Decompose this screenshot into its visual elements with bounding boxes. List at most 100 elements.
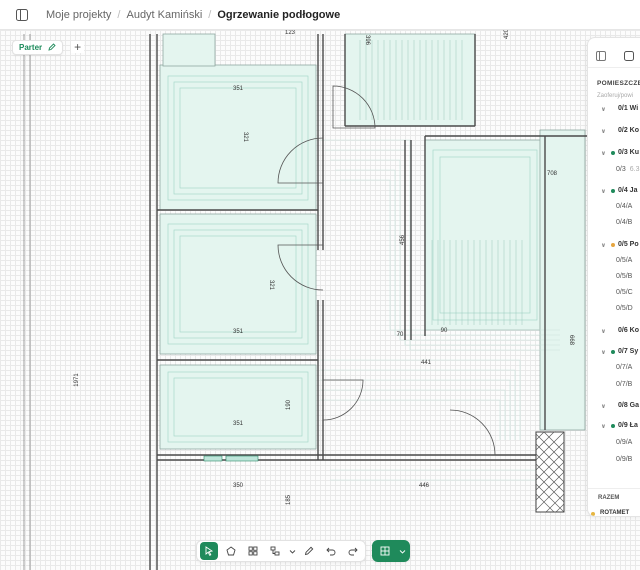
room-label: 0/7/A	[616, 364, 633, 371]
room-label: 0/7/B	[616, 381, 633, 388]
page-title: Ogrzewanie podłogowe	[217, 8, 341, 21]
dimension-label: 190	[286, 399, 292, 410]
status-dot	[611, 189, 615, 193]
dimension-label: 90	[441, 328, 448, 334]
dimension-label: 351	[233, 421, 244, 427]
chevron-down-icon[interactable]: ∨	[601, 106, 606, 113]
list-icon[interactable]	[596, 48, 606, 61]
dimension-label: 350	[233, 483, 244, 489]
room-row[interactable]: ∨ 0/4 Ja	[588, 187, 640, 195]
dimension-label: 708	[547, 171, 558, 177]
pencil-icon[interactable]	[300, 542, 318, 560]
select-icon[interactable]	[200, 542, 218, 560]
top-bar: Moje projekty / Audyt Kamiński / Ogrzewa…	[0, 0, 640, 30]
room-row[interactable]: ∨ 0/2 Ko	[588, 127, 640, 135]
dimension-label: 441	[421, 360, 432, 366]
room-sub-row[interactable]: 0/7/A	[588, 364, 640, 371]
breadcrumb: Moje projekty / Audyt Kamiński / Ogrzewa…	[46, 9, 340, 21]
bottom-toolbar	[196, 540, 410, 562]
room-label: 0/9/B	[616, 456, 633, 463]
layers-icon[interactable]	[266, 542, 284, 560]
room-sub-row[interactable]: 0/5/B	[588, 273, 640, 280]
room-row[interactable]: ∨ 0/7 Sy	[588, 348, 640, 356]
room-label: 0/5/B	[616, 273, 633, 280]
rooms-panel: POMIESZCZE Zaoferuj/powi ∨ 0/1 Wi ∨ 0/2 Ko ∨…	[587, 37, 640, 517]
floor-switcher: Parter +	[12, 38, 85, 56]
status-dot	[611, 424, 615, 428]
room-sub-row[interactable]: 0/5/D	[588, 305, 640, 312]
polygon-icon[interactable]	[222, 542, 240, 560]
summary-section: RAZEM ROTAMET	[588, 488, 640, 516]
room-label: 0/7 Sy	[618, 348, 639, 355]
room-row[interactable]: ∨ 0/6 Ko	[588, 327, 640, 335]
room-label: 0/5/C	[616, 289, 633, 296]
rooms-heading: POMIESZCZE	[597, 80, 640, 87]
room-row[interactable]: ∨ 0/1 Wi	[588, 105, 640, 113]
floor-plan-canvas[interactable]: 123 396 420 351 321 456 351 321 351 70 9…	[0, 30, 640, 570]
room-label: 0/4/B	[616, 219, 633, 226]
room-sub-row[interactable]: 0/7/B	[588, 381, 640, 388]
dimension-label: 351	[233, 329, 244, 335]
dimension-label: 1971	[74, 373, 80, 387]
pencil-icon[interactable]	[48, 43, 56, 51]
dimension-label: 321	[268, 280, 274, 291]
status-dot	[611, 243, 615, 247]
chevron-down-icon[interactable]: ∨	[601, 403, 606, 410]
room-sub-row[interactable]: 0/9/B	[588, 456, 640, 463]
dimension-label: 446	[419, 483, 430, 489]
room-extra-value: 6.3	[629, 166, 640, 173]
room-label: 0/6 Ko	[618, 327, 640, 334]
breadcrumb-separator: /	[208, 8, 212, 21]
breadcrumb-audit[interactable]: Audyt Kamiński	[126, 9, 202, 21]
chevron-down-icon[interactable]: ∨	[601, 188, 606, 195]
room-sub-row[interactable]: 0/5/C	[588, 289, 640, 296]
dimension-label: 668	[568, 335, 574, 346]
floor-label: Parter	[19, 42, 43, 52]
grid-view-icon[interactable]	[376, 542, 394, 560]
chevron-down-icon[interactable]: ∨	[601, 328, 606, 335]
undo-icon[interactable]	[322, 542, 340, 560]
settings-icon[interactable]	[624, 48, 634, 61]
sidebar-toggle-icon[interactable]	[14, 7, 30, 23]
floor-tab-parter[interactable]: Parter	[12, 39, 64, 55]
redo-icon[interactable]	[344, 542, 362, 560]
dimension-label: 185	[286, 494, 292, 505]
dimension-label: 351	[233, 86, 244, 92]
chevron-down-icon[interactable]: ∨	[601, 349, 606, 356]
room-sub-row[interactable]: 0/4/B	[588, 219, 640, 226]
dimension-label: 396	[364, 35, 370, 46]
room-label: 0/4/A	[616, 203, 633, 210]
breadcrumb-projects[interactable]: Moje projekty	[46, 9, 111, 21]
grid-icon[interactable]	[244, 542, 262, 560]
chevron-down-icon[interactable]: ∨	[601, 150, 606, 157]
status-dot	[611, 151, 615, 155]
summary-label: RAZEM	[598, 495, 620, 501]
chevron-down-icon[interactable]: ∨	[601, 128, 606, 135]
chevron-down-icon[interactable]: ∨	[601, 423, 606, 430]
rotameter-row[interactable]: ROTAMET	[588, 501, 640, 516]
room-label: 0/8 Ga	[618, 402, 640, 409]
room-row[interactable]: ∨ 0/9 Ła	[588, 422, 640, 430]
room-tile	[424, 139, 546, 331]
room-tile	[162, 33, 216, 67]
room-sub-row[interactable]: 0/3 6.3	[588, 166, 640, 173]
room-label: 0/1 Wi	[618, 105, 639, 112]
room-tile	[159, 364, 317, 450]
add-floor-button[interactable]: +	[71, 41, 85, 53]
chevron-down-icon[interactable]	[398, 542, 406, 560]
room-sub-row[interactable]: 0/5/A	[588, 257, 640, 264]
room-sub-row[interactable]: 0/4/A	[588, 203, 640, 210]
room-row[interactable]: ∨ 0/5 Po	[588, 241, 640, 249]
room-row[interactable]: ∨ 0/3 Ku	[588, 149, 640, 157]
dimension-label: 70	[397, 332, 404, 338]
room-label: 0/2 Ko	[618, 127, 640, 134]
chevron-down-icon[interactable]: ∨	[601, 242, 606, 249]
room-label: 0/9 Ła	[618, 422, 638, 429]
rooms-hint: Zaoferuj/powi	[597, 93, 634, 99]
draw-tools	[196, 540, 366, 562]
room-label: 0/9/A	[616, 439, 633, 446]
room-row[interactable]: ∨ 0/8 Ga	[588, 402, 640, 410]
chevron-down-icon[interactable]	[288, 542, 296, 560]
dimension-label: 123	[285, 30, 296, 36]
room-sub-row[interactable]: 0/9/A	[588, 439, 640, 446]
